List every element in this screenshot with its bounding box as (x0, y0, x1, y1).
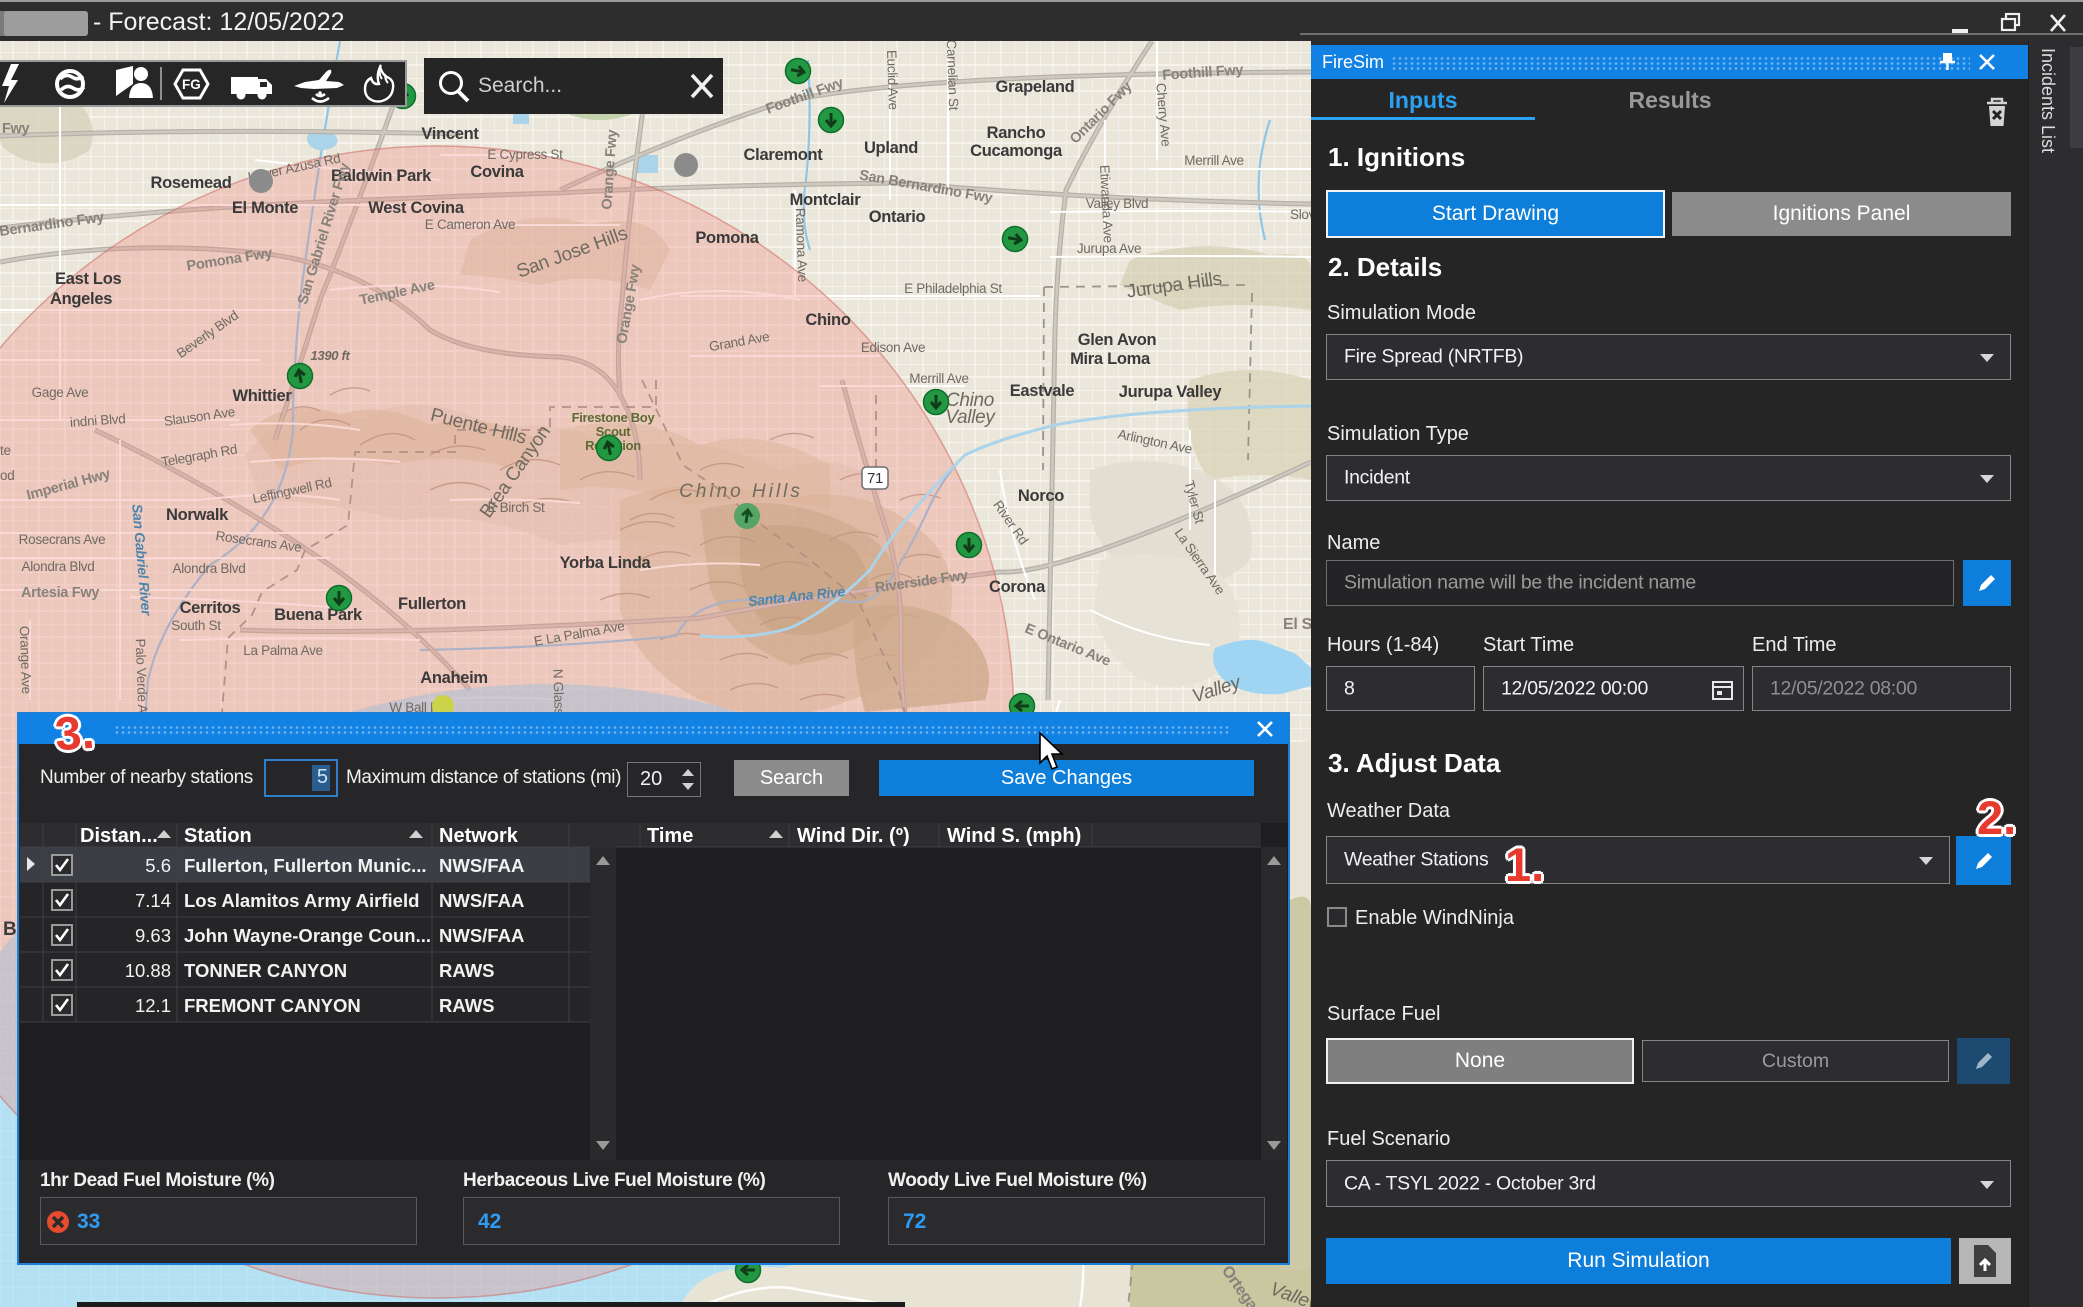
svg-text:Buena Park: Buena Park (274, 606, 363, 624)
svg-text:1390 ft: 1390 ft (310, 348, 350, 363)
svg-text:Valley Blvd: Valley Blvd (1086, 196, 1148, 211)
svg-text:Pomona: Pomona (695, 229, 759, 247)
svg-text:Wind S. (mph): Wind S. (mph) (947, 825, 1081, 847)
svg-text:Norco: Norco (1018, 487, 1064, 505)
svg-text:West Covina: West Covina (368, 199, 465, 217)
svg-text:Distan...: Distan... (80, 825, 158, 847)
svg-text:9.63: 9.63 (135, 925, 171, 946)
svg-text:Gage Ave: Gage Ave (32, 385, 89, 400)
svg-text:Chino Hills: Chino Hills (679, 481, 803, 502)
svg-text:Jurupa Ave: Jurupa Ave (1077, 241, 1141, 256)
svg-text:Cucamonga: Cucamonga (970, 142, 1063, 160)
svg-text:71: 71 (867, 470, 883, 487)
svg-text:Alondra Blvd: Alondra Blvd (173, 561, 246, 576)
svg-text:Fullerton: Fullerton (398, 595, 466, 613)
svg-text:Palo Verde A: Palo Verde A (133, 638, 151, 713)
svg-text:E Cameron Ave: E Cameron Ave (425, 217, 515, 232)
svg-text:Euclid Ave: Euclid Ave (884, 50, 901, 110)
svg-text:Merrill Ave: Merrill Ave (909, 371, 968, 386)
svg-text:Rosemead: Rosemead (150, 174, 231, 192)
svg-text:te: te (0, 443, 11, 458)
svg-text:Upland: Upland (864, 139, 918, 157)
svg-text:Time: Time (647, 825, 693, 847)
svg-text:East Los: East Los (55, 270, 121, 288)
svg-text:La Palma Ave: La Palma Ave (243, 643, 322, 658)
svg-text:E Philadelphia St: E Philadelphia St (904, 281, 1002, 296)
svg-text:El S: El S (1283, 616, 1311, 633)
svg-text:Carnelian St: Carnelian St (944, 41, 961, 111)
svg-text:Edison Ave: Edison Ave (861, 340, 925, 355)
svg-text:Valley: Valley (945, 407, 996, 428)
svg-text:Fullerton, Fullerton Munic...: Fullerton, Fullerton Munic... (184, 855, 427, 876)
svg-text:12.1: 12.1 (135, 995, 171, 1016)
svg-text:Yorba Linda: Yorba Linda (560, 554, 652, 572)
svg-text:NWS/FAA: NWS/FAA (439, 890, 524, 911)
svg-text:RAWS: RAWS (439, 995, 495, 1016)
svg-text:NWS/FAA: NWS/FAA (439, 855, 524, 876)
svg-text:Corona: Corona (989, 578, 1046, 596)
svg-text:E Cypress St: E Cypress St (487, 147, 563, 162)
svg-text:Station: Station (184, 825, 252, 847)
svg-text:7.14: 7.14 (135, 890, 171, 911)
svg-text:John Wayne-Orange Coun...: John Wayne-Orange Coun... (184, 925, 431, 946)
svg-text:Orange Ave: Orange Ave (17, 626, 34, 695)
svg-text:5.6: 5.6 (145, 855, 171, 876)
svg-text:Cerritos: Cerritos (180, 599, 241, 617)
svg-text:South St: South St (171, 618, 221, 633)
svg-text:NWS/FAA: NWS/FAA (439, 925, 524, 946)
svg-text:Rancho: Rancho (987, 124, 1046, 142)
svg-text:10.88: 10.88 (125, 960, 171, 981)
svg-text:Vincent: Vincent (421, 125, 479, 143)
svg-text:Eastvale: Eastvale (1010, 382, 1075, 400)
svg-text:Fwy: Fwy (2, 121, 30, 137)
svg-text:Grapeland: Grapeland (996, 78, 1075, 96)
svg-text:Montclair: Montclair (790, 191, 862, 209)
svg-text:N Glass: N Glass (550, 669, 567, 716)
svg-text:Artesia Fwy: Artesia Fwy (21, 585, 99, 601)
svg-text:Alondra Blvd: Alondra Blvd (22, 559, 95, 574)
svg-text:Glen Avon: Glen Avon (1078, 331, 1157, 349)
svg-text:Angeles: Angeles (50, 290, 112, 308)
svg-text:El Monte: El Monte (232, 199, 298, 217)
svg-text:Wind Dir. (º): Wind Dir. (º) (797, 825, 910, 847)
svg-text:Slov: Slov (1290, 207, 1311, 222)
svg-text:Jurupa Valley: Jurupa Valley (1119, 383, 1223, 401)
svg-text:Chino: Chino (805, 311, 850, 329)
svg-text:Rosecrans Ave: Rosecrans Ave (19, 532, 106, 547)
svg-text:Network: Network (439, 825, 519, 847)
svg-text:Anaheim: Anaheim (420, 669, 488, 687)
svg-text:Ontario: Ontario (869, 208, 926, 226)
svg-text:Covina: Covina (470, 163, 524, 181)
svg-text:Merrill Ave: Merrill Ave (1184, 153, 1243, 168)
svg-text:FG: FG (182, 77, 201, 92)
svg-text:Ramona Ave: Ramona Ave (793, 208, 811, 283)
svg-text:Mira Loma: Mira Loma (1070, 350, 1151, 368)
svg-text:RAWS: RAWS (439, 960, 495, 981)
svg-text:Los Alamitos Army Airfield: Los Alamitos Army Airfield (184, 890, 419, 911)
svg-text:Claremont: Claremont (744, 146, 824, 164)
svg-text:TONNER CANYON: TONNER CANYON (184, 960, 347, 981)
svg-text:FREMONT CANYON: FREMONT CANYON (184, 995, 361, 1016)
svg-text:od: od (0, 468, 14, 483)
svg-text:Firestone Boy: Firestone Boy (572, 410, 656, 425)
svg-text:Whittier: Whittier (232, 387, 292, 405)
svg-text:Norwalk: Norwalk (166, 506, 229, 524)
